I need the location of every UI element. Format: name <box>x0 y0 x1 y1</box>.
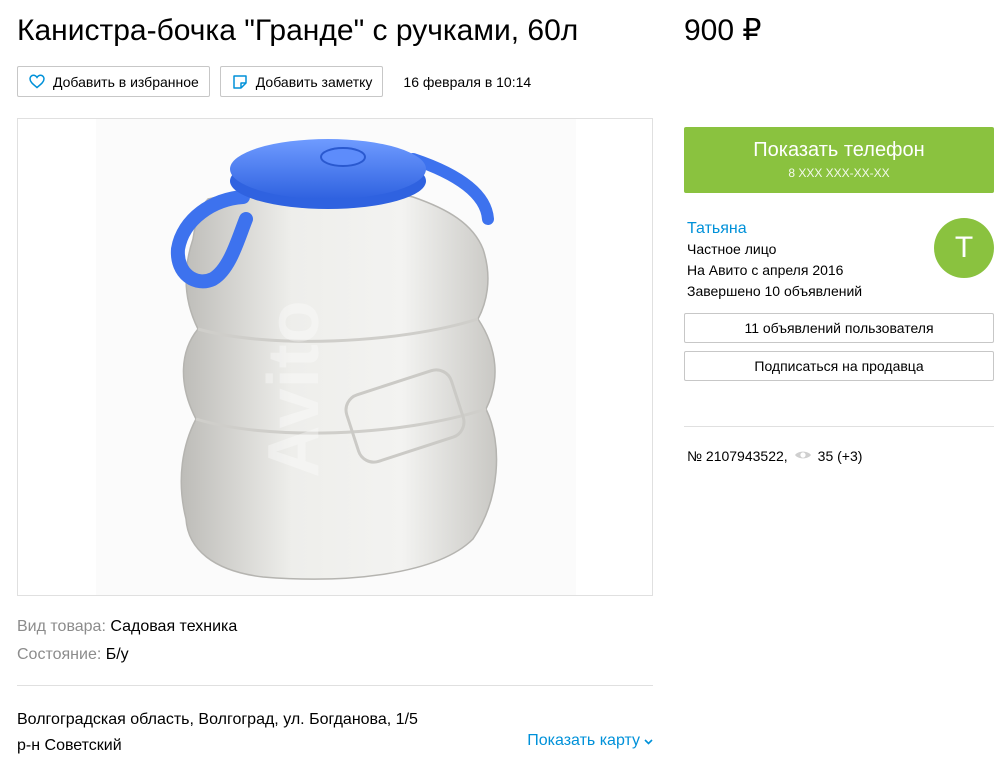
eye-icon <box>794 448 812 464</box>
address-text: Волгоградская область, Волгоград, ул. Бо… <box>17 711 418 728</box>
seller-completed: Завершено 10 объявлений <box>687 283 863 299</box>
show-map-link[interactable]: Показать карту <box>527 732 653 750</box>
listing-price: 900 ₽ <box>684 14 762 47</box>
chevron-down-icon <box>644 732 653 750</box>
phone-mask: 8 XXX XXX-XX-XX <box>788 166 890 180</box>
listing-date: 16 февраля в 10:14 <box>403 73 532 90</box>
avito-watermark: Avito <box>254 300 334 477</box>
listing-actions: Добавить в избранное Добавить заметку 16… <box>17 66 531 97</box>
seller-since: На Авито с апреля 2016 <box>687 262 844 278</box>
seller-ads-button[interactable]: 11 объявлений пользователя <box>684 313 994 343</box>
divider <box>17 685 653 686</box>
district-text: р-н Советский <box>17 737 122 754</box>
param-type-row: Вид товара: Садовая техника <box>17 617 237 645</box>
add-to-favorites-label: Добавить в избранное <box>53 73 199 90</box>
listing-photo[interactable]: Avito <box>17 118 653 596</box>
show-map-label: Показать карту <box>527 732 640 749</box>
add-note-button[interactable]: Добавить заметку <box>219 66 384 97</box>
divider <box>684 426 994 427</box>
show-phone-button[interactable]: Показать телефон 8 XXX XXX-XX-XX <box>684 127 994 193</box>
param-condition-row: Состояние: Б/у <box>17 645 237 673</box>
seller-avatar[interactable]: Т <box>934 218 994 278</box>
param-type-value: Садовая техника <box>110 618 238 635</box>
seller-info: Татьяна Частное лицо На Авито с апреля 2… <box>687 218 862 302</box>
location-block: Волгоградская область, Волгоград, ул. Бо… <box>17 707 418 759</box>
add-to-favorites-button[interactable]: Добавить в избранное <box>17 66 210 97</box>
seller-type: Частное лицо <box>687 241 777 257</box>
ad-number: № 2107943522, <box>687 448 788 464</box>
canister-image: Avito <box>96 119 576 595</box>
seller-name-link[interactable]: Татьяна <box>687 218 862 239</box>
views-count: 35 (+3) <box>817 448 863 464</box>
listing-title: Канистра-бочка "Гранде" с ручками, 60л <box>17 14 579 47</box>
note-icon <box>231 73 249 91</box>
param-condition-key: Состояние: <box>17 646 102 663</box>
add-note-label: Добавить заметку <box>255 73 373 90</box>
show-phone-label: Показать телефон <box>753 139 925 161</box>
subscribe-seller-button[interactable]: Подписаться на продавца <box>684 351 994 381</box>
listing-params: Вид товара: Садовая техника Состояние: Б… <box>17 617 237 673</box>
heart-icon <box>28 73 46 91</box>
param-condition-value: Б/у <box>105 646 129 663</box>
listing-meta: № 2107943522, 35 (+3) <box>687 448 862 464</box>
param-type-key: Вид товара: <box>17 618 106 635</box>
